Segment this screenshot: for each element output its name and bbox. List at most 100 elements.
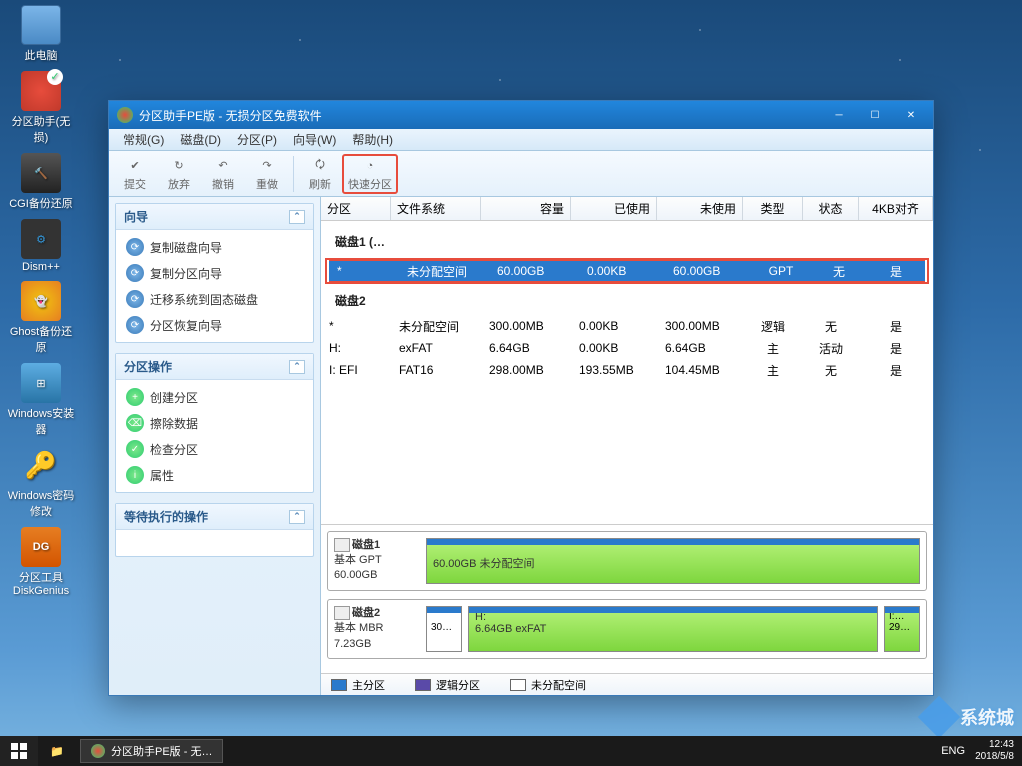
table-row[interactable]: H: exFAT 6.64GB 0.00KB 6.64GB 主 活动 是 [321,337,933,359]
wizard-copy-partition[interactable]: ⟳复制分区向导 [122,260,307,286]
refresh-icon: 🗘 [310,156,330,176]
desktop-icon-partition-assistant[interactable]: 分区助手(无损) [5,71,77,145]
quick-partition-icon: ◔ [360,156,380,176]
refresh-button[interactable]: 🗘刷新 [298,154,342,194]
windows-icon [11,743,27,759]
partop-check[interactable]: ✓检查分区 [122,436,307,462]
col-type[interactable]: 类型 [743,197,803,220]
minimize-button[interactable]: ─ [821,103,857,127]
desktop-icon-windows-installer[interactable]: ⊞Windows安装器 [5,363,77,437]
system-tray: ENG 12:43 2018/5/8 [933,736,1022,766]
disk1-label[interactable]: 磁盘1 (… [321,227,933,256]
menubar: 常规(G) 磁盘(D) 分区(P) 向导(W) 帮助(H) [109,129,933,151]
menu-wizard[interactable]: 向导(W) [285,131,344,148]
table-row[interactable]: * 未分配空间 60.00GB 0.00KB 60.00GB GPT 无 是 [329,260,925,282]
wizard-recover-partition[interactable]: ⟳分区恢复向导 [122,312,307,338]
wizard-icon: ⟳ [126,238,144,256]
table-row[interactable]: I: EFI FAT16 298.00MB 193.55MB 104.45MB … [321,359,933,381]
legend-primary: 主分区 [331,677,385,693]
col-used[interactable]: 已使用 [571,197,657,220]
app-icon [117,107,133,123]
disk2-seg-i[interactable]: I:…29… [884,606,920,652]
disk2-label[interactable]: 磁盘2 [321,286,933,315]
legend-logical: 逻辑分区 [415,677,480,693]
commit-button[interactable]: ✔提交 [113,154,157,194]
desktop-icon-ghost[interactable]: 👻Ghost备份还原 [5,281,77,355]
legend-unalloc: 未分配空间 [510,677,586,693]
wizard-copy-disk[interactable]: ⟳复制磁盘向导 [122,234,307,260]
partop-wipe[interactable]: ⌫擦除数据 [122,410,307,436]
window-title: 分区助手PE版 - 无损分区免费软件 [139,107,322,124]
check-icon: ✔ [125,156,145,176]
group-partition-ops: 分区操作 ⌃ +创建分区 ⌫擦除数据 ✓检查分区 i属性 [115,353,314,493]
partition-list[interactable]: 磁盘1 (… * 未分配空间 60.00GB 0.00KB 60.00GB GP… [321,221,933,524]
desktop-icons: 此电脑 分区助手(无损) 🔨CGI备份还原 ⚙Dism++ 👻Ghost备份还原… [0,0,82,610]
table-row[interactable]: * 未分配空间 300.00MB 0.00KB 300.00MB 逻辑 无 是 [321,315,933,337]
redo-button[interactable]: ↷重做 [245,154,289,194]
collapse-icon[interactable]: ⌃ [289,210,305,224]
quick-partition-button[interactable]: ◔快速分区 [342,154,398,194]
partition-assistant-window: 分区助手PE版 - 无损分区免费软件 ─ ☐ ✕ 常规(G) 磁盘(D) 分区(… [108,100,934,696]
divider [293,156,294,192]
disk-icon [334,606,350,620]
col-4k[interactable]: 4KB对齐 [859,197,933,220]
col-capacity[interactable]: 容量 [481,197,571,220]
col-unused[interactable]: 未使用 [657,197,743,220]
disk1-segment-unallocated[interactable]: 60.00GB 未分配空间 [426,538,920,584]
erase-icon: ⌫ [126,414,144,432]
wizard-icon: ⟳ [126,290,144,308]
group-pending-header[interactable]: 等待执行的操作 ⌃ [116,504,313,530]
col-partition[interactable]: 分区 [321,197,391,220]
collapse-icon[interactable]: ⌃ [289,510,305,524]
menu-disk[interactable]: 磁盘(D) [172,131,229,148]
desktop-icon-this-pc[interactable]: 此电脑 [5,5,77,63]
disk2-seg-h[interactable]: H:6.64GB exFAT [468,606,878,652]
right-panel: 分区 文件系统 容量 已使用 未使用 类型 状态 4KB对齐 磁盘1 (… * … [321,197,933,695]
table-header: 分区 文件系统 容量 已使用 未使用 类型 状态 4KB对齐 [321,197,933,221]
disk1-visual[interactable]: 磁盘1 基本 GPT 60.00GB 60.00GB 未分配空间 [327,531,927,591]
close-button[interactable]: ✕ [893,103,929,127]
disk-visual-area: 磁盘1 基本 GPT 60.00GB 60.00GB 未分配空间 磁盘2 基本 … [321,524,933,673]
partop-props[interactable]: i属性 [122,462,307,488]
disk-icon [334,538,350,552]
discard-button[interactable]: ↻放弃 [157,154,201,194]
check-icon: ✓ [126,440,144,458]
toolbar: ✔提交 ↻放弃 ↶撤销 ↷重做 🗘刷新 ◔快速分区 [109,151,933,197]
disk2-seg-unalloc[interactable]: 30… [426,606,462,652]
watermark-icon [918,696,960,738]
undo-icon: ↶ [213,156,233,176]
group-pending: 等待执行的操作 ⌃ [115,503,314,557]
maximize-button[interactable]: ☐ [857,103,893,127]
taskbar-app-partition-assistant[interactable]: 分区助手PE版 - 无… [80,739,223,763]
props-icon: i [126,466,144,484]
partop-create[interactable]: +创建分区 [122,384,307,410]
desktop-icon-windows-password[interactable]: 🔑Windows密码修改 [5,445,77,519]
redo-icon: ↷ [257,156,277,176]
wizard-icon: ⟳ [126,316,144,334]
desktop-icon-diskgenius[interactable]: DG分区工具DiskGenius [5,527,77,597]
watermark: 系统城 [924,702,1014,732]
group-wizard: 向导 ⌃ ⟳复制磁盘向导 ⟳复制分区向导 ⟳迁移系统到固态磁盘 ⟳分区恢复向导 [115,203,314,343]
collapse-icon[interactable]: ⌃ [289,360,305,374]
app-icon [91,744,105,758]
taskbar-file-explorer[interactable]: 📁 [38,736,76,766]
tray-lang[interactable]: ENG [941,745,965,757]
group-wizard-header[interactable]: 向导 ⌃ [116,204,313,230]
col-status[interactable]: 状态 [803,197,859,220]
tray-clock[interactable]: 12:43 2018/5/8 [975,739,1014,763]
desktop-icon-dism[interactable]: ⚙Dism++ [5,219,77,273]
wizard-migrate-ssd[interactable]: ⟳迁移系统到固态磁盘 [122,286,307,312]
left-panel: 向导 ⌃ ⟳复制磁盘向导 ⟳复制分区向导 ⟳迁移系统到固态磁盘 ⟳分区恢复向导 … [109,197,321,695]
menu-partition[interactable]: 分区(P) [229,131,285,148]
wizard-icon: ⟳ [126,264,144,282]
titlebar[interactable]: 分区助手PE版 - 无损分区免费软件 ─ ☐ ✕ [109,101,933,129]
discard-icon: ↻ [169,156,189,176]
start-button[interactable] [0,736,38,766]
menu-general[interactable]: 常规(G) [115,131,172,148]
menu-help[interactable]: 帮助(H) [344,131,401,148]
undo-button[interactable]: ↶撤销 [201,154,245,194]
desktop-icon-cgi-backup[interactable]: 🔨CGI备份还原 [5,153,77,211]
disk2-visual[interactable]: 磁盘2 基本 MBR 7.23GB 30… H:6.64GB exFAT I:…… [327,599,927,659]
group-partops-header[interactable]: 分区操作 ⌃ [116,354,313,380]
col-filesystem[interactable]: 文件系统 [391,197,481,220]
